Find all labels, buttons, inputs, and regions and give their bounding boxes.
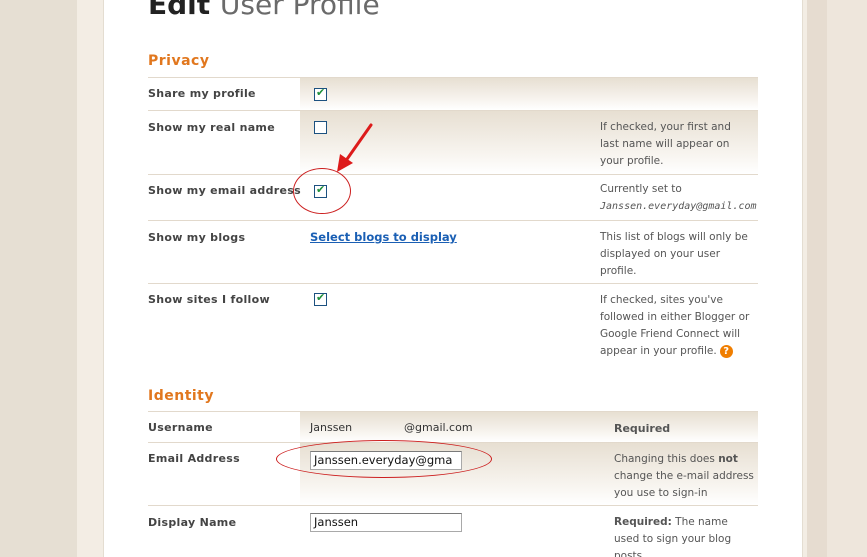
help-text-a: Changing this does [614, 453, 715, 465]
help-question-icon[interactable]: ? [719, 344, 733, 358]
row-label: Email Address [148, 452, 240, 465]
help-text-not: not [718, 453, 738, 465]
share-profile-checkbox[interactable]: ✔ [314, 86, 327, 101]
row-label: Username [148, 421, 213, 434]
page-title: Edit User Profile [148, 0, 380, 21]
help-email-value: Janssen.everyday@gmail.com [600, 201, 757, 212]
row-label: Share my profile [148, 87, 256, 100]
username-domain: @gmail.com [404, 421, 473, 434]
identity-row-username: Username Janssen @gmail.com Required [148, 411, 758, 442]
privacy-row-email: Show my email address ✔ Currently set to… [148, 174, 758, 220]
privacy-row-sites-follow: Show sites I follow ✔ If checked, sites … [148, 283, 758, 369]
username-name: Janssen [310, 421, 353, 434]
page-background-left [0, 0, 77, 557]
page-title-bold: Edit [148, 0, 211, 21]
checkmark-icon: ✔ [316, 291, 326, 304]
help-text-b: change the e-mail address you use to sig… [614, 470, 754, 499]
privacy-row-blogs: Show my blogs Select blogs to display Th… [148, 220, 758, 283]
row-label: Display Name [148, 516, 237, 529]
page-background-right-outer [827, 0, 867, 557]
display-name-input[interactable]: Janssen [310, 513, 462, 532]
row-label: Show sites I follow [148, 293, 270, 306]
row-shade [300, 412, 758, 442]
red-ellipse-annotation [276, 440, 492, 478]
help-prefix: Currently set to [600, 183, 682, 195]
page-background-right [807, 0, 827, 557]
select-blogs-link[interactable]: Select blogs to display [310, 230, 457, 244]
page-title-light: User Profile [219, 0, 380, 21]
privacy-row-share-profile: Share my profile ✔ [148, 77, 758, 110]
row-label: Show my blogs [148, 231, 246, 244]
row-help: This list of blogs will only be displaye… [600, 231, 748, 277]
row-help: If checked, your first and last name wil… [600, 121, 731, 167]
username-required: Required [614, 422, 671, 435]
row-shade [300, 78, 758, 110]
row-help: Required: The name used to sign your blo… [614, 514, 754, 557]
row-help: Changing this does not change the e-mail… [614, 451, 754, 502]
help-required: Required: [614, 516, 672, 528]
red-arrow-annotation [337, 123, 373, 172]
real-name-checkbox[interactable] [314, 121, 327, 134]
identity-row-display-name: Display Name Janssen Required: The name … [148, 505, 758, 557]
identity-section-title: Identity [148, 388, 215, 404]
row-help: If checked, sites you've followed in eit… [600, 292, 752, 360]
sites-follow-checkbox[interactable]: ✔ [314, 291, 327, 306]
row-label: Show my email address [148, 184, 301, 197]
row-help: Currently set to Janssen.everyday@gmail.… [600, 181, 757, 215]
row-label: Show my real name [148, 121, 275, 134]
checkmark-icon: ✔ [316, 86, 326, 99]
privacy-section-title: Privacy [148, 53, 210, 69]
privacy-row-real-name: Show my real name If checked, your first… [148, 110, 758, 174]
